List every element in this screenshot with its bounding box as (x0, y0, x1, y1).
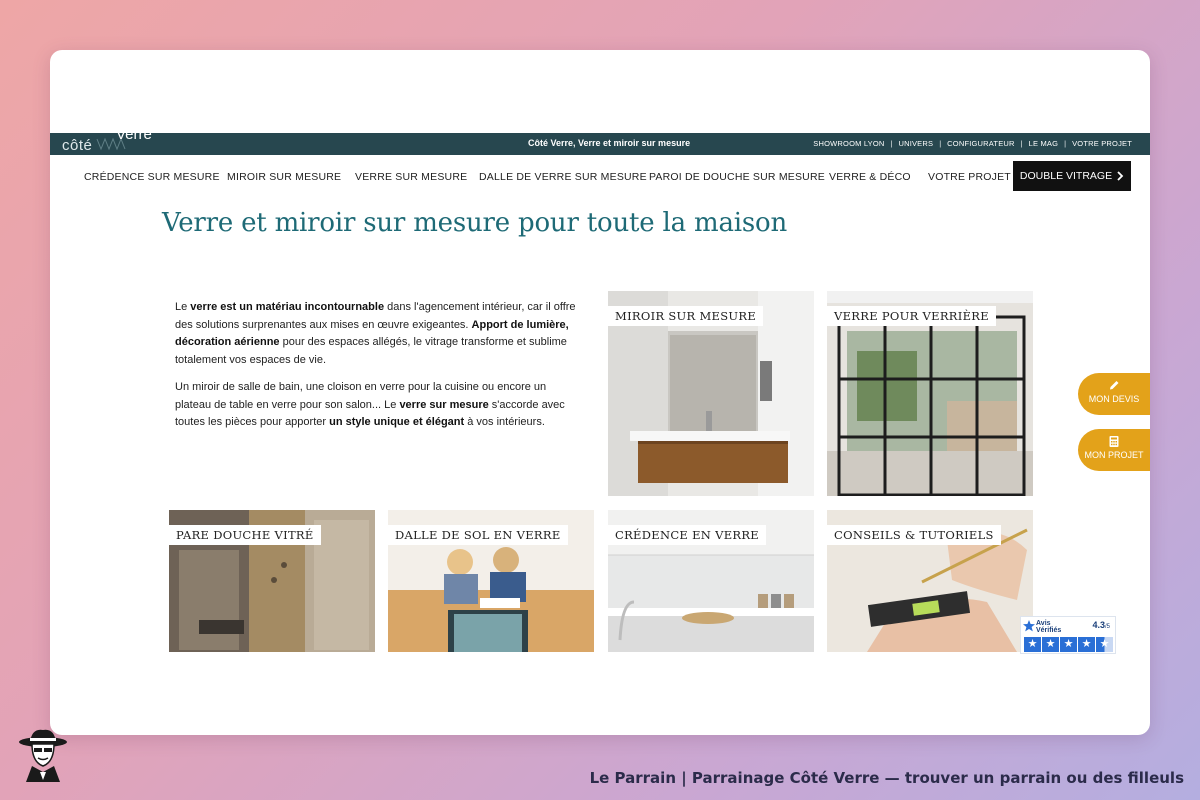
avis-verifies-icon (1023, 620, 1035, 632)
toplink-showroom[interactable]: SHOWROOM LYON (813, 139, 884, 148)
site-logo[interactable]: côté Verre (62, 126, 172, 155)
nav-item-paroi-douche[interactable]: PAROI DE DOUCHE SUR MESURE (649, 171, 825, 183)
mon-projet-label: MON PROJET (1084, 450, 1144, 460)
mon-devis-label: MON DEVIS (1088, 394, 1140, 404)
toplink-separator: | (1064, 139, 1067, 148)
double-vitrage-label: DOUBLE VITRAGE (1019, 170, 1113, 182)
avis-verifies-badge[interactable]: Avis Vérifiés 4.3/5 ★ ★ ★ ★ ★ (1020, 616, 1116, 654)
nav-item-dalle[interactable]: DALLE DE VERRE SUR MESURE (479, 171, 647, 183)
tile-dalle-label: DALLE DE SOL EN VERRE (388, 525, 568, 545)
avis-score: 4.3/5 (1092, 620, 1110, 630)
tile-credence[interactable]: CRÉDENCE EN VERRE (608, 510, 814, 652)
browser-page: côté Verre Côté Verre, Verre et miroir s… (50, 50, 1150, 735)
avis-stars: ★ ★ ★ ★ ★ (1024, 637, 1113, 652)
toplink-separator: | (890, 139, 893, 148)
tile-douche[interactable]: PARE DOUCHE VITRÉ (169, 510, 375, 652)
nav-item-votre-projet[interactable]: VOTRE PROJET (928, 171, 1011, 183)
logo-text-cote: côté (62, 137, 93, 154)
star-icon: ★ (1060, 637, 1077, 652)
nav-item-verre-deco[interactable]: VERRE & DÉCO (829, 171, 911, 183)
le-parrain-mascot-icon (19, 729, 67, 782)
tile-miroir-label: MIROIR SUR MESURE (608, 306, 764, 326)
intro-text: Le verre est un matériau incontournable … (175, 299, 580, 442)
intro-paragraph-2: Un miroir de salle de bain, une cloison … (175, 381, 565, 428)
tile-dalle[interactable]: DALLE DE SOL EN VERRE (388, 510, 594, 652)
tile-douche-label: PARE DOUCHE VITRÉ (169, 525, 321, 545)
mon-projet-button[interactable]: MON PROJET (1078, 429, 1150, 471)
mon-devis-button[interactable]: MON DEVIS (1078, 373, 1150, 415)
tile-verriere-label: VERRE POUR VERRIÈRE (827, 306, 996, 326)
page-title: Verre et miroir sur mesure pour toute la… (162, 208, 788, 238)
pencil-icon (1110, 381, 1119, 390)
double-vitrage-button[interactable]: DOUBLE VITRAGE (1013, 161, 1131, 191)
toplink-votre-projet[interactable]: VOTRE PROJET (1072, 139, 1132, 148)
avis-brand: Avis Vérifiés (1036, 620, 1062, 634)
intro-paragraph-1: Le verre est un matériau incontournable … (175, 301, 576, 366)
tile-verriere[interactable]: VERRE POUR VERRIÈRE (827, 291, 1033, 496)
tile-miroir[interactable]: MIROIR SUR MESURE (608, 291, 814, 496)
toplink-configurateur[interactable]: CONFIGURATEUR (947, 139, 1014, 148)
calculator-icon (1109, 436, 1119, 447)
tile-conseils[interactable]: CONSEILS & TUTORIELS (827, 510, 1033, 652)
toplink-separator: | (939, 139, 942, 148)
tile-credence-label: CRÉDENCE EN VERRE (608, 525, 767, 545)
site-tagline: Côté Verre, Verre et miroir sur mesure (528, 138, 691, 148)
nav-item-credence[interactable]: CRÉDENCE SUR MESURE (84, 171, 220, 183)
chevron-right-icon (1117, 171, 1124, 181)
nav-item-miroir[interactable]: MIROIR SUR MESURE (227, 171, 341, 183)
tile-conseils-label: CONSEILS & TUTORIELS (827, 525, 1001, 545)
footer-title: Le Parrain | Parrainage Côté Verre — tro… (589, 769, 1184, 787)
top-links: SHOWROOM LYON | UNIVERS | CONFIGURATEUR … (813, 139, 1132, 148)
star-icon: ★ (1024, 637, 1041, 652)
star-icon: ★ (1078, 637, 1095, 652)
star-half-icon: ★ (1096, 637, 1113, 652)
top-bar: côté Verre Côté Verre, Verre et miroir s… (50, 126, 1150, 155)
toplink-le-mag[interactable]: LE MAG (1029, 139, 1059, 148)
main-nav: CRÉDENCE SUR MESURE MIROIR SUR MESURE VE… (50, 161, 1150, 193)
logo-text-verre: Verre (116, 126, 152, 143)
toplink-separator: | (1020, 139, 1023, 148)
nav-item-verre[interactable]: VERRE SUR MESURE (355, 171, 467, 183)
star-icon: ★ (1042, 637, 1059, 652)
toplink-univers[interactable]: UNIVERS (898, 139, 933, 148)
